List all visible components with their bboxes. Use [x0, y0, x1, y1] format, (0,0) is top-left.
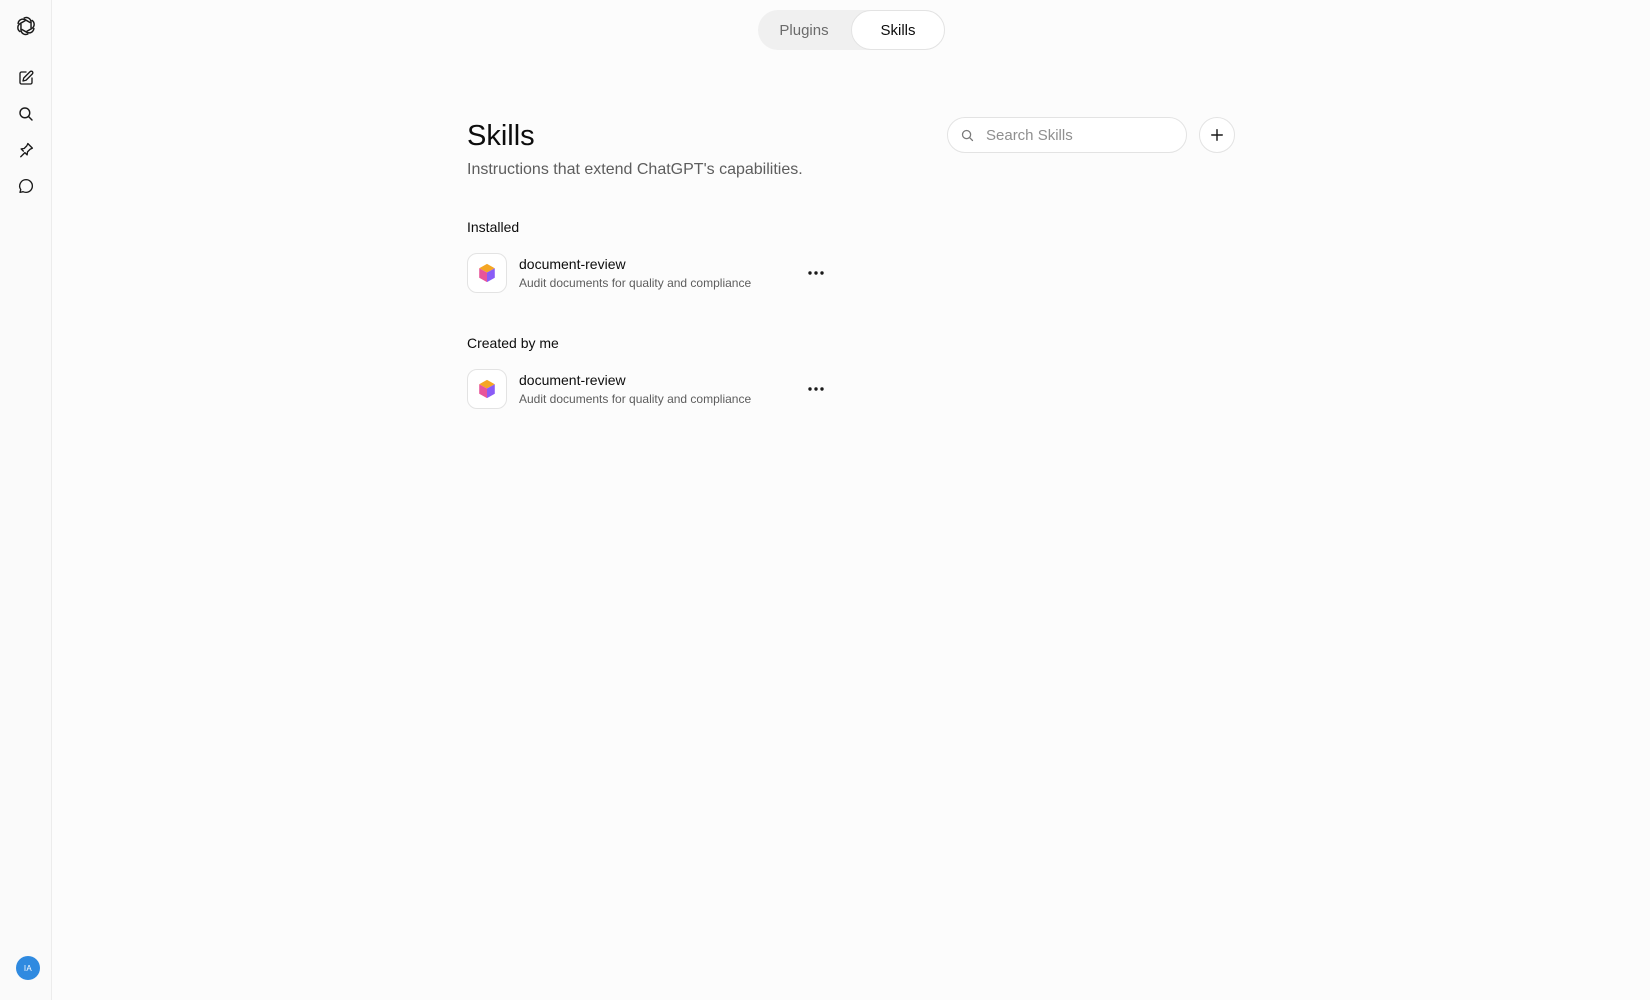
page-subtitle: Instructions that extend ChatGPT's capab… — [467, 161, 803, 178]
skill-row[interactable]: document-review Audit documents for qual… — [467, 252, 831, 294]
skill-icon — [467, 369, 507, 409]
view-tabs: Plugins Skills — [758, 10, 945, 50]
skill-description: Audit documents for quality and complian… — [519, 392, 752, 406]
cube-icon — [479, 379, 495, 399]
skill-name: document-review — [519, 256, 626, 272]
openai-logo-icon[interactable] — [12, 12, 40, 40]
cube-icon — [479, 263, 495, 283]
section-heading-created-by-me: Created by me — [467, 335, 559, 351]
page-title: Skills — [467, 120, 535, 152]
add-skill-button[interactable] — [1199, 117, 1235, 153]
sidebar: IA — [0, 0, 52, 1000]
skill-description: Audit documents for quality and complian… — [519, 276, 752, 290]
more-options-button[interactable] — [803, 376, 829, 402]
search-input[interactable] — [984, 119, 1180, 151]
avatar[interactable]: IA — [16, 956, 40, 980]
search-box — [947, 117, 1187, 153]
section-heading-installed: Installed — [467, 219, 520, 235]
chat-bubble-icon[interactable] — [12, 172, 40, 200]
skill-name: document-review — [519, 372, 626, 388]
more-horizontal-icon — [808, 387, 824, 391]
skill-icon — [467, 253, 507, 293]
tab-skills[interactable]: Skills — [851, 10, 945, 50]
more-horizontal-icon — [808, 271, 824, 275]
pin-icon[interactable] — [12, 136, 40, 164]
tab-plugins[interactable]: Plugins — [758, 10, 850, 50]
skill-row[interactable]: document-review Audit documents for qual… — [467, 368, 831, 410]
search-icon — [960, 128, 975, 148]
new-chat-icon[interactable] — [12, 64, 40, 92]
plus-icon — [1211, 129, 1223, 141]
search-icon[interactable] — [12, 100, 40, 128]
more-options-button[interactable] — [803, 260, 829, 286]
